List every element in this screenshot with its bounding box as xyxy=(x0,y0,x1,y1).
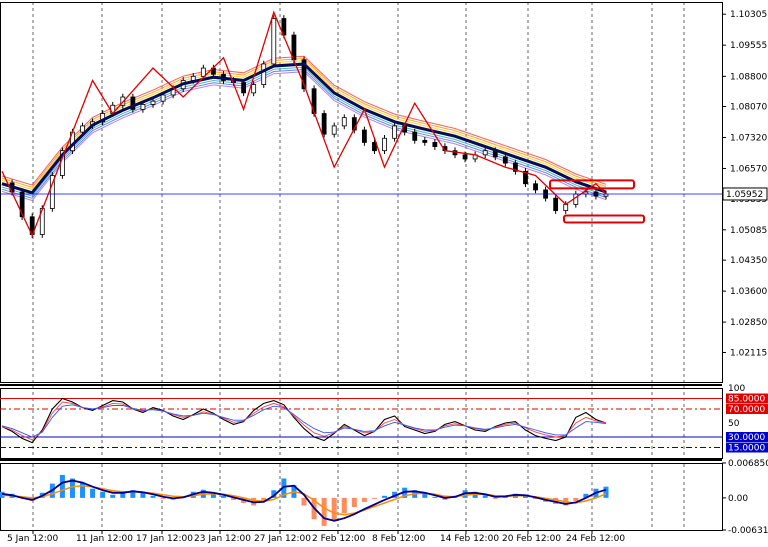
chart-background xyxy=(0,0,768,547)
histogram-bar xyxy=(482,495,488,498)
time-tick-label: 8 Feb 12:00 xyxy=(372,534,426,544)
time-tick-label: 24 Feb 12:00 xyxy=(566,534,625,544)
histogram-bar xyxy=(301,497,307,506)
candle-body xyxy=(140,104,146,110)
candle-body xyxy=(553,197,559,211)
price-tick-label: 1.07320 xyxy=(730,133,767,143)
candle-body xyxy=(160,94,166,102)
oscillator-tick-label: 100 xyxy=(728,384,745,394)
candle-body xyxy=(80,125,85,133)
candle-body xyxy=(341,117,347,127)
time-tick-label: 27 Jan 12:00 xyxy=(254,534,311,544)
price-tick-label: 1.05085 xyxy=(730,226,767,236)
time-tick-label: 11 Jan 12:00 xyxy=(76,534,133,544)
histogram-bar xyxy=(432,496,438,498)
candle-body xyxy=(482,150,488,156)
price-tick-label: 1.02850 xyxy=(730,318,767,328)
histogram-bar xyxy=(492,497,498,499)
histogram-bar xyxy=(382,495,388,498)
candle-body xyxy=(382,137,387,152)
oscillator-tick-label: 50 xyxy=(728,419,740,429)
time-tick-label: 20 Feb 12:00 xyxy=(502,534,561,544)
histogram-bar xyxy=(321,497,327,526)
oscillator-tick-label: 0.00 xyxy=(728,494,748,504)
candle-body xyxy=(321,113,327,135)
current-price-label: 1.05952 xyxy=(726,190,763,200)
histogram-bar xyxy=(110,494,116,498)
candle-body xyxy=(533,183,538,191)
oscillator-tick-label: -0.0063128 xyxy=(728,526,768,536)
candle-body xyxy=(412,131,418,141)
oscillator-tick-label: 0.0068503 xyxy=(728,459,768,469)
candle-body xyxy=(271,18,277,65)
candle-body xyxy=(563,203,569,211)
candle-body xyxy=(261,63,267,86)
histogram-bar xyxy=(160,497,166,499)
candle-body xyxy=(432,142,438,147)
level-tag-label: 85.0000 xyxy=(728,395,765,405)
histogram-bar xyxy=(351,497,357,508)
candle-body xyxy=(251,84,257,94)
price-tick-label: 1.10305 xyxy=(730,10,767,20)
price-tick-label: 1.02115 xyxy=(730,348,767,358)
candle-body xyxy=(241,82,247,94)
time-tick-label: 17 Jan 12:00 xyxy=(136,534,193,544)
trading-chart: 1.10305 1.09555 1.08800 1.08070 1.07320 1.065… xyxy=(0,0,768,547)
time-tick-label: 2 Feb 12:00 xyxy=(312,534,366,544)
candle-body xyxy=(573,193,579,205)
price-tick-label: 1.04350 xyxy=(730,256,767,266)
histogram-bar xyxy=(80,482,86,498)
histogram-bar xyxy=(90,488,96,498)
time-tick-label: 14 Feb 12:00 xyxy=(440,534,499,544)
time-tick-label: 5 Jan 12:00 xyxy=(7,534,59,544)
price-tick-label: 1.03600 xyxy=(730,287,767,297)
candle-body xyxy=(392,125,398,139)
price-tick-label: 1.08070 xyxy=(730,103,767,113)
candle-body xyxy=(200,67,206,77)
histogram-bar xyxy=(603,486,609,498)
histogram-bar xyxy=(331,497,337,521)
candle-body xyxy=(502,156,508,164)
histogram-bar xyxy=(361,497,367,502)
time-tick-label: 23 Jan 12:00 xyxy=(194,534,251,544)
histogram-bar xyxy=(422,493,428,498)
price-tick-label: 1.09555 xyxy=(730,41,767,51)
histogram-bar xyxy=(341,497,347,514)
candle-body xyxy=(462,154,468,160)
histogram-bar xyxy=(100,491,106,498)
candle-body xyxy=(150,100,156,105)
candle-body xyxy=(331,125,337,135)
histogram-bar xyxy=(371,497,377,499)
level-tag-label: 30.0000 xyxy=(728,433,765,443)
level-tag-label: 70.0000 xyxy=(728,405,765,415)
candle-body xyxy=(422,139,428,143)
histogram-bar xyxy=(150,495,156,498)
candle-body xyxy=(361,129,367,143)
histogram-bar xyxy=(59,474,65,498)
level-tag-label: 15.0000 xyxy=(728,444,765,454)
price-tick-label: 1.06570 xyxy=(730,164,767,174)
price-tick-label: 1.08800 xyxy=(730,72,767,82)
histogram-bar xyxy=(573,497,579,501)
